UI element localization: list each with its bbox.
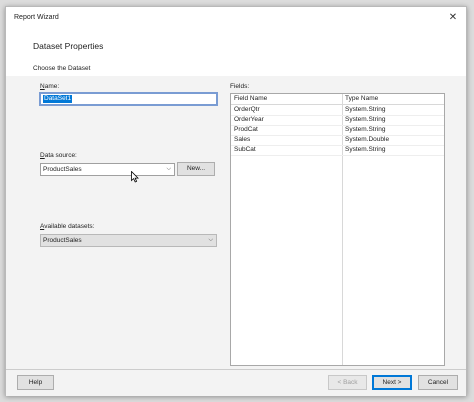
chevron-down-icon: ⌵ [166, 166, 171, 172]
close-icon[interactable]: ✕ [446, 11, 460, 25]
type-name-cell[interactable]: System.String [345, 115, 385, 125]
dataset-name-value: DataSet1 [43, 95, 73, 103]
data-source-label: Data source: [40, 152, 77, 159]
cancel-button[interactable]: Cancel [418, 375, 458, 390]
new-data-source-button[interactable]: New... [177, 162, 215, 176]
column-header-type-name[interactable]: Type Name [345, 94, 378, 104]
column-header-field-name[interactable]: Field Name [234, 94, 267, 104]
row-divider [231, 135, 444, 136]
data-source-select[interactable]: ProductSales ⌵ [40, 163, 175, 176]
name-label: Name: [40, 83, 60, 90]
mouse-cursor-icon [131, 171, 139, 183]
window-title: Report Wizard [14, 14, 59, 21]
chevron-down-icon: ⌵ [208, 237, 213, 243]
field-name-cell[interactable]: ProdCat [234, 125, 258, 135]
field-name-cell[interactable]: SubCat [234, 145, 256, 155]
row-divider [231, 145, 444, 146]
available-datasets-value: ProductSales [43, 237, 82, 244]
row-divider [231, 125, 444, 126]
field-name-cell[interactable]: OrderYear [234, 115, 264, 125]
type-name-cell[interactable]: System.String [345, 105, 385, 115]
fields-grid[interactable]: Field Name Type Name OrderQtr System.Str… [230, 93, 445, 366]
type-name-cell[interactable]: System.String [345, 145, 385, 155]
field-name-cell[interactable]: OrderQtr [234, 105, 260, 115]
back-button[interactable]: < Back [328, 375, 367, 390]
row-divider [231, 155, 444, 156]
page-subtitle: Choose the Dataset [33, 65, 91, 72]
field-name-cell[interactable]: Sales [234, 135, 250, 145]
fields-header-row: Field Name Type Name [231, 94, 444, 105]
type-name-cell[interactable]: System.Double [345, 135, 389, 145]
wizard-footer: Help < Back Next > Cancel [6, 369, 466, 396]
available-datasets-select[interactable]: ProductSales ⌵ [40, 234, 217, 247]
help-button[interactable]: Help [17, 375, 54, 390]
wizard-header: Dataset Properties Choose the Dataset [6, 29, 466, 76]
next-button[interactable]: Next > [372, 375, 412, 390]
dataset-name-input[interactable]: DataSet1 [39, 92, 218, 106]
available-datasets-label: Available datasets: [40, 223, 95, 230]
type-name-cell[interactable]: System.String [345, 125, 385, 135]
page-title: Dataset Properties [33, 41, 104, 51]
data-source-value: ProductSales [43, 166, 82, 173]
fields-label: Fields: [230, 83, 250, 90]
title-bar: Report Wizard ✕ [6, 7, 466, 29]
report-wizard-window: Report Wizard ✕ Dataset Properties Choos… [5, 6, 467, 396]
